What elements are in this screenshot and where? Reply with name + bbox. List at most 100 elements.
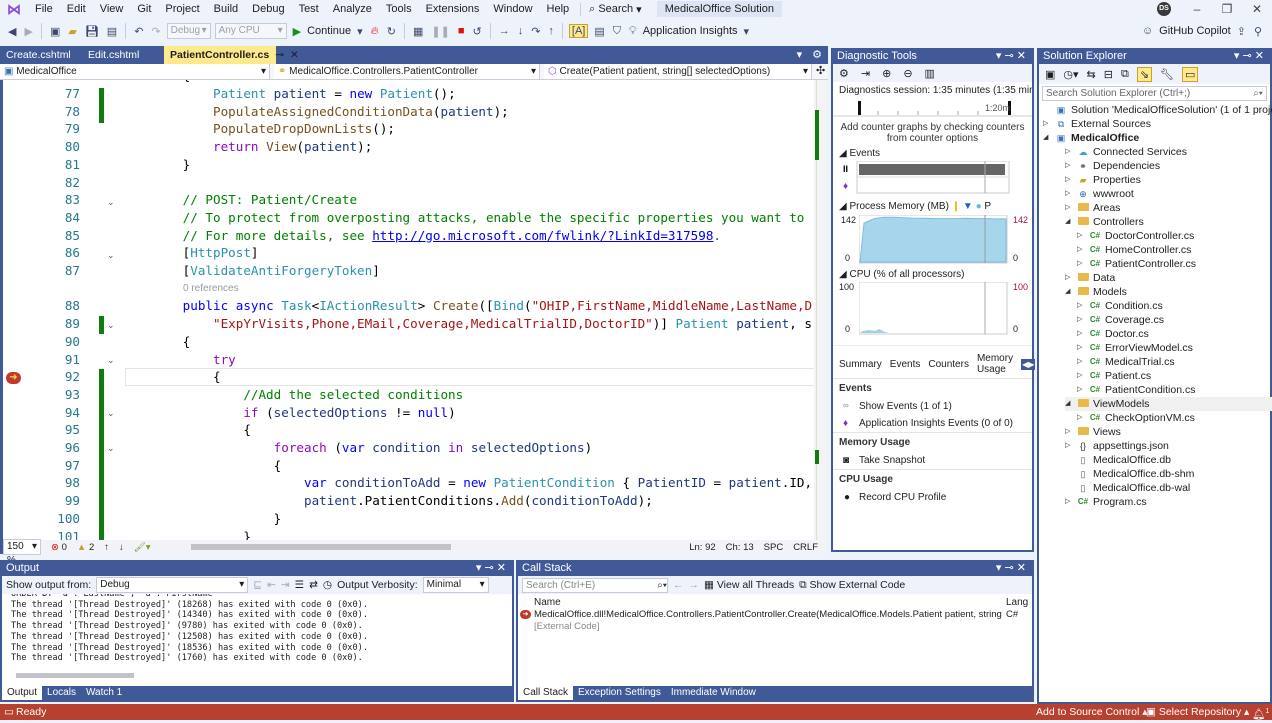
tree-item[interactable]: ▷ C# MedicalTrial.cs bbox=[1077, 355, 1175, 369]
view-all-threads-button[interactable]: ▦ View all Threads bbox=[704, 579, 794, 591]
previous-message-icon[interactable]: ⇤ bbox=[267, 579, 276, 591]
tree-item[interactable]: ▷ Data bbox=[1065, 271, 1115, 285]
code-line[interactable]: 92 { bbox=[3, 368, 819, 387]
cpu-chart[interactable]: 100 0 100 0 bbox=[833, 282, 1032, 336]
menu-tools[interactable]: Tools bbox=[379, 3, 419, 15]
code-line[interactable]: 90 { bbox=[3, 333, 818, 351]
split-icon[interactable]: ✣ bbox=[816, 64, 825, 79]
solution-search-input[interactable]: Search Solution Explorer (Ctrl+;) ⌕▾ bbox=[1042, 86, 1267, 101]
collapsed-arrow-icon[interactable]: ▷ bbox=[1065, 439, 1073, 453]
back-icon[interactable]: ◀ bbox=[6, 25, 18, 38]
save-icon[interactable]: 💾︎ bbox=[83, 25, 101, 38]
feedback-icon[interactable]: ⚲ bbox=[1252, 25, 1264, 38]
restart-debug-icon[interactable]: ↺ bbox=[470, 25, 483, 38]
tab-locals[interactable]: Locals bbox=[42, 686, 81, 700]
chevron-down-icon[interactable]: ▾ bbox=[996, 50, 1002, 62]
collapse-chevron-icon[interactable]: ⌄ bbox=[107, 408, 115, 419]
show-all-files-icon[interactable]: ⧉ bbox=[1121, 68, 1129, 81]
collapse-chevron-icon[interactable]: ⌄ bbox=[107, 197, 115, 208]
pin-icon[interactable]: ⊸ bbox=[1005, 50, 1014, 62]
tab-edit-cshtml[interactable]: Edit.cshtml bbox=[82, 46, 164, 64]
record-cpu-profile-button[interactable]: ● Record CPU Profile bbox=[833, 489, 1032, 506]
code-line[interactable]: 80 return View(patient); bbox=[3, 138, 818, 156]
chevron-down-icon[interactable]: ▾ bbox=[1234, 50, 1240, 62]
tree-item[interactable]: ▷ ⚭ Dependencies bbox=[1065, 159, 1160, 173]
pin-icon[interactable]: ⊸ bbox=[1005, 562, 1014, 574]
collapse-all-icon[interactable]: ⊟ bbox=[1104, 68, 1113, 81]
code-line[interactable]: 83 // POST: Patient/Create bbox=[3, 191, 818, 209]
menu-help[interactable]: Help bbox=[540, 3, 577, 15]
tab-patientcontroller-cs[interactable]: PatientController.cs ⊸ ✕ bbox=[164, 46, 299, 64]
menu-project[interactable]: Project bbox=[158, 3, 206, 15]
switch-views-icon[interactable]: ▣ bbox=[1045, 68, 1055, 81]
continue-button[interactable]: Continue bbox=[307, 25, 351, 37]
verbosity-select[interactable]: Minimal ▾ bbox=[422, 577, 489, 593]
output-source-select[interactable]: Debug ▾ bbox=[96, 577, 249, 593]
stop-icon[interactable]: ■ bbox=[456, 25, 467, 37]
settings-gear-icon[interactable]: ⚙ bbox=[839, 67, 849, 80]
app-insights-events-link[interactable]: ♦ Application Insights Events (0 of 0) bbox=[833, 415, 1032, 432]
collapsed-arrow-icon[interactable]: ▷ bbox=[1077, 355, 1085, 369]
lightbulb-icon[interactable]: 💡︎ bbox=[627, 25, 639, 38]
collapsed-arrow-icon[interactable]: ▷ bbox=[1065, 159, 1073, 173]
collapsed-arrow-icon[interactable]: ▷ bbox=[1077, 257, 1085, 271]
line-ending[interactable]: CRLF bbox=[793, 542, 818, 553]
browser-link-icon[interactable]: ▦ bbox=[411, 25, 425, 38]
collapse-chevron-icon[interactable]: ⌄ bbox=[107, 250, 115, 261]
tree-item[interactable]: ▷ C# Condition.cs bbox=[1077, 299, 1163, 313]
output-horizontal-scrollbar[interactable] bbox=[16, 673, 134, 678]
collapsed-arrow-icon[interactable]: ▷ bbox=[1077, 327, 1085, 341]
current-statement-arrow-icon[interactable]: ➜ bbox=[6, 372, 21, 384]
tab-watch-1[interactable]: Watch 1 bbox=[81, 686, 127, 700]
tab-scroll-icon[interactable]: ◀▶ bbox=[1021, 358, 1036, 370]
pending-changes-icon[interactable]: ◷▾ bbox=[1063, 68, 1078, 81]
pause-icon[interactable]: ❚❚ bbox=[429, 25, 451, 38]
save-all-icon[interactable]: ▤ bbox=[105, 25, 119, 38]
step-over-icon[interactable]: ↷ bbox=[529, 25, 542, 38]
tree-item[interactable]: ▷ Areas bbox=[1065, 201, 1120, 215]
code-line[interactable]: 86 [HttpPost] bbox=[3, 244, 818, 262]
code-line[interactable]: 99 patient.PatientConditions.Add(conditi… bbox=[3, 492, 818, 510]
menu-test[interactable]: Test bbox=[292, 3, 326, 15]
show-events-link[interactable]: ∞ Show Events (1 of 1) bbox=[833, 398, 1032, 415]
tab-immediate-window[interactable]: Immediate Window bbox=[666, 686, 761, 700]
take-snapshot-button[interactable]: ◙ Take Snapshot bbox=[833, 452, 1032, 469]
tree-item[interactable]: ▷ ⧉ External Sources bbox=[1043, 117, 1151, 131]
menu-analyze[interactable]: Analyze bbox=[326, 3, 379, 15]
close-icon[interactable]: ✕ bbox=[1255, 50, 1264, 62]
tree-item[interactable]: ▷ C# PatientController.cs bbox=[1077, 257, 1196, 271]
horizontal-scrollbar[interactable] bbox=[190, 544, 451, 550]
tree-item[interactable]: ▷ ☁ Connected Services bbox=[1065, 145, 1187, 159]
show-external-code-button[interactable]: ⧉ Show External Code bbox=[799, 579, 905, 592]
collapsed-arrow-icon[interactable]: ▷ bbox=[1077, 229, 1085, 243]
collapsed-arrow-icon[interactable]: ▷ bbox=[1065, 271, 1073, 285]
tree-item[interactable]: ▷ C# HomeController.cs bbox=[1077, 243, 1191, 257]
tab-output[interactable]: Output bbox=[2, 686, 43, 700]
line-indicator[interactable]: Ln: 92 bbox=[689, 542, 715, 553]
tree-item[interactable]: ◢ Controllers bbox=[1065, 215, 1144, 229]
timestamp-icon[interactable]: ◷ bbox=[323, 579, 332, 591]
member-dropdown[interactable]: ⬡ Create(Patient patient, string[] selec… bbox=[544, 64, 812, 79]
tab-events[interactable]: Events bbox=[890, 359, 921, 370]
code-line[interactable]: 98 var conditionToAdd = new PatientCondi… bbox=[3, 474, 818, 492]
codelens-references[interactable]: 0 references bbox=[183, 283, 239, 297]
collapsed-arrow-icon[interactable]: ▷ bbox=[1065, 187, 1073, 201]
bookmark-icon[interactable]: ⛉ bbox=[611, 25, 623, 38]
warnings-indicator[interactable]: ▲ 2 bbox=[77, 542, 94, 553]
menu-window[interactable]: Window bbox=[486, 3, 539, 15]
share-icon[interactable]: ⇪ bbox=[1235, 25, 1248, 38]
close-icon[interactable]: ✕ bbox=[1017, 562, 1026, 574]
open-folder-icon[interactable]: ▰ bbox=[66, 25, 78, 38]
tree-item[interactable]: ▯ MedicalOffice.db-wal bbox=[1065, 481, 1191, 495]
avatar[interactable]: DS bbox=[1157, 2, 1171, 16]
menu-file[interactable]: File bbox=[28, 3, 60, 15]
memory-chart[interactable]: 142 0 142 0 bbox=[833, 215, 1032, 265]
close-icon[interactable]: ✕ bbox=[1017, 50, 1026, 62]
play-icon[interactable]: ▶ bbox=[291, 25, 303, 38]
vertical-scrollbar[interactable] bbox=[814, 80, 826, 540]
tab-call-stack[interactable]: Call Stack bbox=[518, 686, 574, 700]
pin-icon[interactable]: ⊸ bbox=[485, 562, 494, 574]
call-stack-row-external[interactable]: [External Code] bbox=[534, 621, 599, 632]
collapsed-arrow-icon[interactable]: ▷ bbox=[1065, 201, 1073, 215]
column-indicator[interactable]: Ch: 13 bbox=[726, 542, 754, 553]
